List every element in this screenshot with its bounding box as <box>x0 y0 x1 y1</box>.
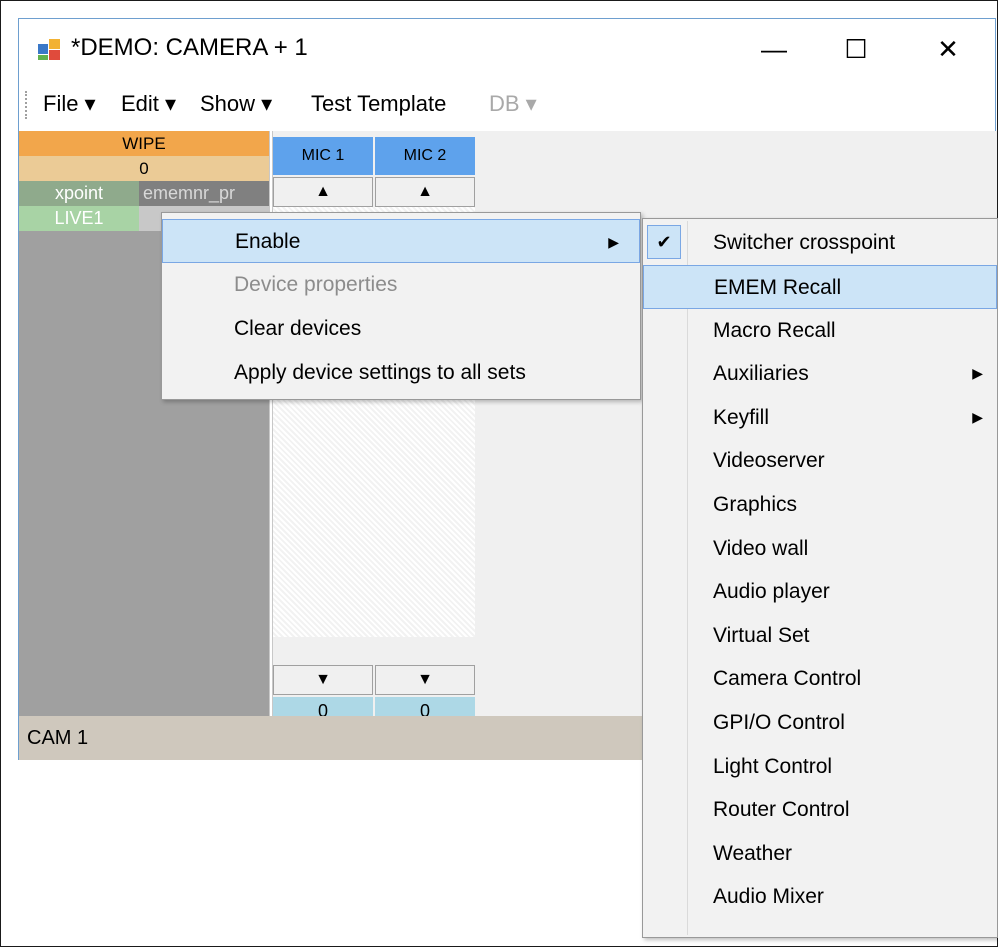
submenu-item-audio-mixer[interactable]: Audio Mixer <box>643 875 997 919</box>
submenu-item-macro-recall[interactable]: Macro Recall <box>643 309 997 353</box>
ememnr-cell[interactable]: ememnr_pr <box>139 181 269 206</box>
close-button[interactable]: ✕ <box>919 19 977 79</box>
mic2-header[interactable]: MIC 2 <box>375 137 475 175</box>
menu-item-label: Enable <box>235 230 301 253</box>
menu-item-device-properties[interactable]: Device properties <box>162 263 640 307</box>
submenu-item-label: Videoserver <box>713 449 825 472</box>
submenu-item-router-control[interactable]: Router Control <box>643 788 997 832</box>
wipe-value: 0 <box>19 156 269 181</box>
enable-submenu: ✔ Switcher crosspoint EMEM Recall Macro … <box>642 218 998 938</box>
submenu-item-auxiliaries[interactable]: Auxiliaries ▶ <box>643 352 997 396</box>
submenu-item-light-control[interactable]: Light Control <box>643 745 997 789</box>
submenu-item-label: Audio Mixer <box>713 885 824 908</box>
mic1-up-button[interactable]: ▲ <box>273 177 373 207</box>
title-bar[interactable]: *DEMO: CAMERA + 1 — ☐ ✕ <box>19 19 995 79</box>
xpoint-cell[interactable]: xpoint <box>19 181 139 206</box>
menu-show[interactable]: Show ▾ <box>200 91 272 117</box>
menu-file[interactable]: File ▾ <box>43 91 96 117</box>
submenu-item-virtual-set[interactable]: Virtual Set <box>643 614 997 658</box>
submenu-item-label: Switcher crosspoint <box>713 231 896 254</box>
submenu-item-label: Router Control <box>713 798 850 821</box>
app-icon <box>37 37 61 61</box>
menu-test-template[interactable]: Test Template <box>311 91 446 117</box>
submenu-item-label: Camera Control <box>713 667 862 690</box>
submenu-item-label: Graphics <box>713 493 798 516</box>
menu-bar: File ▾ Edit ▾ Show ▾ Test Template DB ▾ <box>19 81 995 129</box>
menu-edit[interactable]: Edit ▾ <box>121 91 176 117</box>
submenu-arrow-icon: ▶ <box>608 234 619 250</box>
submenu-item-label: Virtual Set <box>713 624 810 647</box>
submenu-item-label: Light Control <box>713 755 833 778</box>
mic2-up-button[interactable]: ▲ <box>375 177 475 207</box>
submenu-item-videoserver[interactable]: Videoserver <box>643 439 997 483</box>
submenu-item-audio-player[interactable]: Audio player <box>643 570 997 614</box>
submenu-arrow-icon: ▶ <box>972 409 983 425</box>
menu-item-label: Apply device settings to all sets <box>234 361 526 384</box>
menu-db[interactable]: DB ▾ <box>489 91 537 117</box>
submenu-item-graphics[interactable]: Graphics <box>643 483 997 527</box>
menu-item-enable[interactable]: Enable ▶ <box>162 219 640 263</box>
submenu-item-keyfill[interactable]: Keyfill ▶ <box>643 396 997 440</box>
submenu-item-switcher-crosspoint[interactable]: ✔ Switcher crosspoint <box>643 221 997 265</box>
submenu-item-emem-recall[interactable]: EMEM Recall <box>643 265 997 309</box>
menu-item-apply-settings[interactable]: Apply device settings to all sets <box>162 351 640 395</box>
mic1-header[interactable]: MIC 1 <box>273 137 373 175</box>
submenu-item-label: Keyfill <box>713 406 770 429</box>
submenu-item-label: EMEM Recall <box>714 276 842 299</box>
submenu-item-camera-control[interactable]: Camera Control <box>643 657 997 701</box>
maximize-button[interactable]: ☐ <box>827 19 885 79</box>
submenu-item-label: Auxiliaries <box>713 362 809 385</box>
submenu-item-video-wall[interactable]: Video wall <box>643 527 997 571</box>
mic1-down-button[interactable]: ▼ <box>273 665 373 695</box>
menu-item-clear-devices[interactable]: Clear devices <box>162 307 640 351</box>
submenu-item-label: GPI/O Control <box>713 711 845 734</box>
submenu-item-label: Macro Recall <box>713 319 836 342</box>
window-title: *DEMO: CAMERA + 1 <box>71 34 308 61</box>
wipe-header[interactable]: WIPE <box>19 131 269 156</box>
submenu-arrow-icon: ▶ <box>972 365 983 381</box>
live1-cell[interactable]: LIVE1 <box>19 206 139 231</box>
context-menu: Enable ▶ Device properties Clear devices… <box>161 212 641 400</box>
menu-item-label: Clear devices <box>234 317 362 340</box>
menu-item-label: Device properties <box>234 273 398 296</box>
submenu-item-weather[interactable]: Weather <box>643 832 997 876</box>
submenu-item-label: Video wall <box>713 537 809 560</box>
check-icon: ✔ <box>647 225 681 259</box>
submenu-item-gpio-control[interactable]: GPI/O Control <box>643 701 997 745</box>
submenu-item-label: Weather <box>713 842 792 865</box>
mic2-down-button[interactable]: ▼ <box>375 665 475 695</box>
minimize-button[interactable]: — <box>745 19 803 79</box>
toolstrip-grip-icon[interactable] <box>25 91 28 119</box>
submenu-item-label: Audio player <box>713 580 830 603</box>
